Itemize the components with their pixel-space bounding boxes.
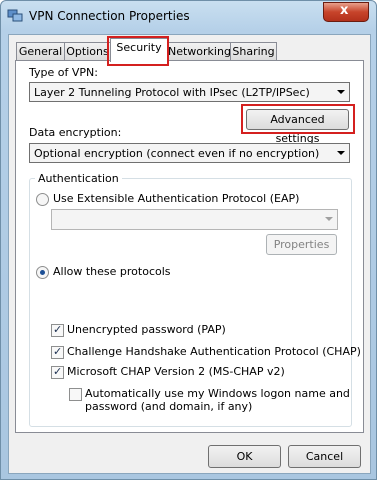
close-button[interactable]: x (323, 2, 369, 22)
data-encryption-value: Optional encryption (connect even if no … (34, 147, 320, 160)
allow-protocols-radio[interactable] (36, 266, 49, 279)
eap-radio[interactable] (36, 193, 49, 206)
chevron-down-icon (325, 217, 333, 221)
chevron-down-icon (337, 151, 345, 155)
auto-logon-label-line1[interactable]: Automatically use my Windows logon name … (85, 387, 350, 400)
auto-logon-label-line2[interactable]: password (and domain, if any) (85, 400, 252, 413)
cancel-button[interactable]: Cancel (288, 445, 361, 468)
checkmark-icon: ✓ (53, 365, 63, 378)
authentication-group-title: Authentication (35, 172, 122, 185)
chap-label[interactable]: Challenge Handshake Authentication Proto… (67, 345, 361, 358)
data-encryption-label: Data encryption: (29, 126, 122, 139)
properties-button[interactable]: Properties (266, 234, 337, 255)
chap-checkbox[interactable]: ✓ (51, 345, 64, 359)
tab-label: General (18, 45, 63, 58)
tab-general[interactable]: General (16, 42, 65, 61)
advanced-settings-highlight (241, 104, 355, 134)
ok-label: OK (236, 450, 253, 463)
checkmark-icon: ✓ (53, 323, 63, 336)
properties-label: Properties (273, 238, 330, 251)
mschap-label[interactable]: Microsoft CHAP Version 2 (MS-CHAP v2) (67, 365, 285, 378)
tab-sharing[interactable]: Sharing (230, 42, 277, 61)
eap-radio-label[interactable]: Use Extensible Authentication Protocol (… (53, 192, 299, 205)
network-connection-icon (7, 9, 23, 23)
allow-protocols-label[interactable]: Allow these protocols (53, 265, 171, 278)
pap-label[interactable]: Unencrypted password (PAP) (67, 323, 226, 336)
tab-label: Sharing (232, 45, 275, 58)
tab-options[interactable]: Options (64, 42, 111, 61)
mschap-checkbox[interactable]: ✓ (51, 365, 64, 379)
vpn-type-select[interactable]: Layer 2 Tunneling Protocol with IPsec (L… (29, 82, 350, 102)
data-encryption-select[interactable]: Optional encryption (connect even if no … (29, 143, 350, 163)
cancel-label: Cancel (305, 450, 344, 463)
ok-button[interactable]: OK (208, 445, 281, 468)
vpn-type-label: Type of VPN: (29, 66, 98, 79)
tab-label: Options (66, 45, 109, 58)
chevron-down-icon (337, 90, 345, 94)
close-icon: x (340, 3, 349, 18)
pap-checkbox[interactable]: ✓ (51, 323, 64, 337)
vpn-properties-window: VPN Connection Properties x General Opti… (0, 0, 377, 480)
radio-selected-dot (40, 270, 45, 275)
checkmark-icon: ✓ (53, 345, 63, 358)
title-bar[interactable]: VPN Connection Properties x (1, 1, 376, 31)
tab-label: Networking (168, 45, 231, 58)
window-title: VPN Connection Properties (29, 9, 190, 23)
eap-method-select[interactable] (51, 209, 338, 230)
tab-networking[interactable]: Networking (167, 42, 231, 61)
security-tab-highlight (107, 36, 169, 66)
auto-logon-checkbox[interactable] (69, 388, 82, 401)
vpn-type-value: Layer 2 Tunneling Protocol with IPsec (L… (34, 86, 310, 99)
